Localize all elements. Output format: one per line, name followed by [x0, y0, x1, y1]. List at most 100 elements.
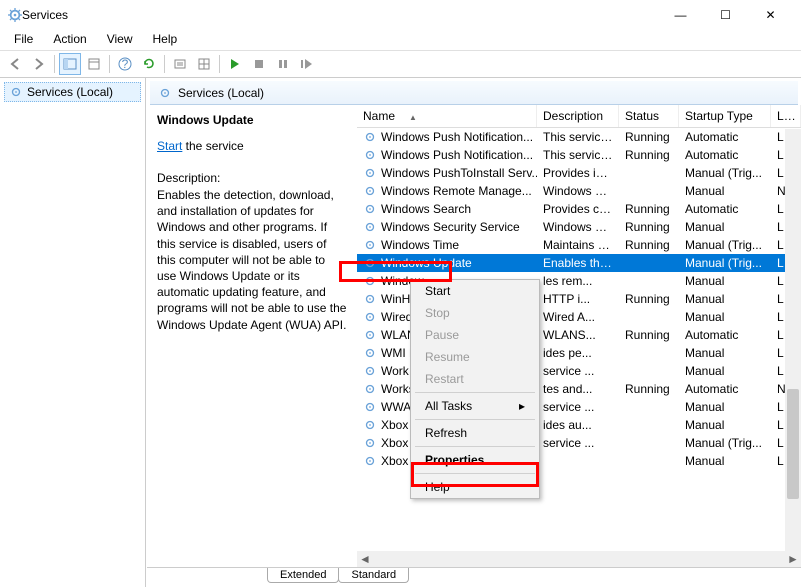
export-button[interactable] [83, 53, 105, 75]
ctx-stop: Stop [411, 302, 539, 324]
cell-startup-type: Automatic [679, 130, 771, 144]
cell-description: Maintains d... [537, 238, 619, 252]
cell-status: Running [619, 202, 679, 216]
cell-status: Running [619, 238, 679, 252]
cell-description: Wired A... [537, 310, 619, 324]
column-status[interactable]: Status [619, 105, 679, 127]
help-button[interactable]: ? [114, 53, 136, 75]
tree-pane: Services (Local) [0, 78, 146, 587]
selected-service-title: Windows Update [157, 113, 347, 127]
menu-view[interactable]: View [99, 30, 141, 50]
cell-description: service ... [537, 364, 619, 378]
cell-description: Provides co... [537, 202, 619, 216]
back-button[interactable] [4, 53, 26, 75]
cell-status: Running [619, 382, 679, 396]
cell-startup-type: Manual (Trig... [679, 256, 771, 270]
cell-startup-type: Manual [679, 346, 771, 360]
horizontal-scrollbar[interactable]: ◄► [357, 551, 801, 567]
context-menu: Start Stop Pause Resume Restart All Task… [410, 279, 540, 499]
cell-description: les rem... [537, 274, 619, 288]
table-row[interactable]: Windows TimeMaintains d...RunningManual … [357, 236, 801, 254]
body-area: Services (Local) Services (Local) Window… [0, 78, 801, 587]
ctx-all-tasks[interactable]: All Tasks▸ [411, 395, 539, 417]
cell-description: WLANS... [537, 328, 619, 342]
grid-button[interactable] [193, 53, 215, 75]
cell-description: Windows R... [537, 184, 619, 198]
tree-item-label: Services (Local) [27, 85, 113, 99]
cell-startup-type: Manual (Trig... [679, 166, 771, 180]
cell-description: HTTP i... [537, 292, 619, 306]
cell-status: Running [619, 130, 679, 144]
vertical-scrollbar[interactable] [785, 129, 801, 551]
table-row[interactable]: Windows Push Notification...This service… [357, 128, 801, 146]
cell-status: Running [619, 328, 679, 342]
cell-startup-type: Automatic [679, 328, 771, 342]
table-row[interactable]: Windows PushToInstall Serv...Provides in… [357, 164, 801, 182]
table-row[interactable]: Windows UpdateEnables the ...Manual (Tri… [357, 254, 801, 272]
cell-description: ides au... [537, 418, 619, 432]
restart-service-button[interactable] [296, 53, 318, 75]
minimize-button[interactable]: — [658, 0, 703, 30]
view-tabs: Extended Standard [147, 567, 801, 587]
column-startup-type[interactable]: Startup Type [679, 105, 771, 127]
cell-name: Windows Security Service [357, 220, 537, 234]
cell-description: service ... [537, 436, 619, 450]
column-logon[interactable]: Log [771, 105, 801, 127]
column-name[interactable]: Name▲ [357, 105, 537, 127]
ctx-help[interactable]: Help [411, 476, 539, 498]
show-hide-tree-button[interactable] [59, 53, 81, 75]
services-icon [8, 8, 22, 22]
stop-service-button[interactable] [248, 53, 270, 75]
cell-name: Windows Time [357, 238, 537, 252]
ctx-resume: Resume [411, 346, 539, 368]
cell-status: Running [619, 292, 679, 306]
maximize-button[interactable]: ☐ [703, 0, 748, 30]
ctx-pause: Pause [411, 324, 539, 346]
window-title: Services [22, 8, 658, 22]
tab-extended[interactable]: Extended [267, 568, 339, 583]
cell-startup-type: Manual [679, 418, 771, 432]
cell-description: ides pe... [537, 346, 619, 360]
cell-status: Running [619, 220, 679, 234]
gear-icon [158, 86, 172, 100]
start-link[interactable]: Start [157, 139, 182, 153]
start-service-button[interactable] [224, 53, 246, 75]
info-pane: Windows Update Start the service Descrip… [147, 105, 357, 567]
description-text: Enables the detection, download, and ins… [157, 187, 347, 333]
grid-header: Name▲ Description Status Startup Type Lo… [357, 105, 801, 128]
menu-action[interactable]: Action [45, 30, 94, 50]
cell-startup-type: Automatic [679, 202, 771, 216]
cell-description: Windows Se... [537, 220, 619, 234]
cell-startup-type: Manual (Trig... [679, 238, 771, 252]
tree-item-services-local[interactable]: Services (Local) [4, 82, 141, 102]
menu-help[interactable]: Help [145, 30, 186, 50]
cell-name: Windows Push Notification... [357, 148, 537, 162]
table-row[interactable]: Windows Push Notification...This service… [357, 146, 801, 164]
cell-name: Windows Search [357, 202, 537, 216]
svg-text:?: ? [122, 57, 129, 71]
menu-file[interactable]: File [6, 30, 41, 50]
table-row[interactable]: Windows SearchProvides co...RunningAutom… [357, 200, 801, 218]
cell-startup-type: Manual [679, 184, 771, 198]
cell-status: Running [619, 148, 679, 162]
cell-description: This service ... [537, 148, 619, 162]
properties-button[interactable] [169, 53, 191, 75]
column-description[interactable]: Description [537, 105, 619, 127]
close-button[interactable]: ✕ [748, 0, 793, 30]
table-row[interactable]: Windows Remote Manage...Windows R...Manu… [357, 182, 801, 200]
ctx-refresh[interactable]: Refresh [411, 422, 539, 444]
ctx-properties[interactable]: Properties [411, 449, 539, 471]
cell-name: Windows Push Notification... [357, 130, 537, 144]
tab-standard[interactable]: Standard [338, 568, 409, 583]
table-row[interactable]: Windows Security ServiceWindows Se...Run… [357, 218, 801, 236]
toolbar: ? [0, 50, 801, 78]
ctx-start[interactable]: Start [411, 280, 539, 302]
forward-button[interactable] [28, 53, 50, 75]
refresh-button[interactable] [138, 53, 160, 75]
cell-startup-type: Manual [679, 220, 771, 234]
ctx-restart: Restart [411, 368, 539, 390]
cell-description: tes and... [537, 382, 619, 396]
cell-startup-type: Manual [679, 274, 771, 288]
menubar: File Action View Help [0, 30, 801, 50]
pause-service-button[interactable] [272, 53, 294, 75]
